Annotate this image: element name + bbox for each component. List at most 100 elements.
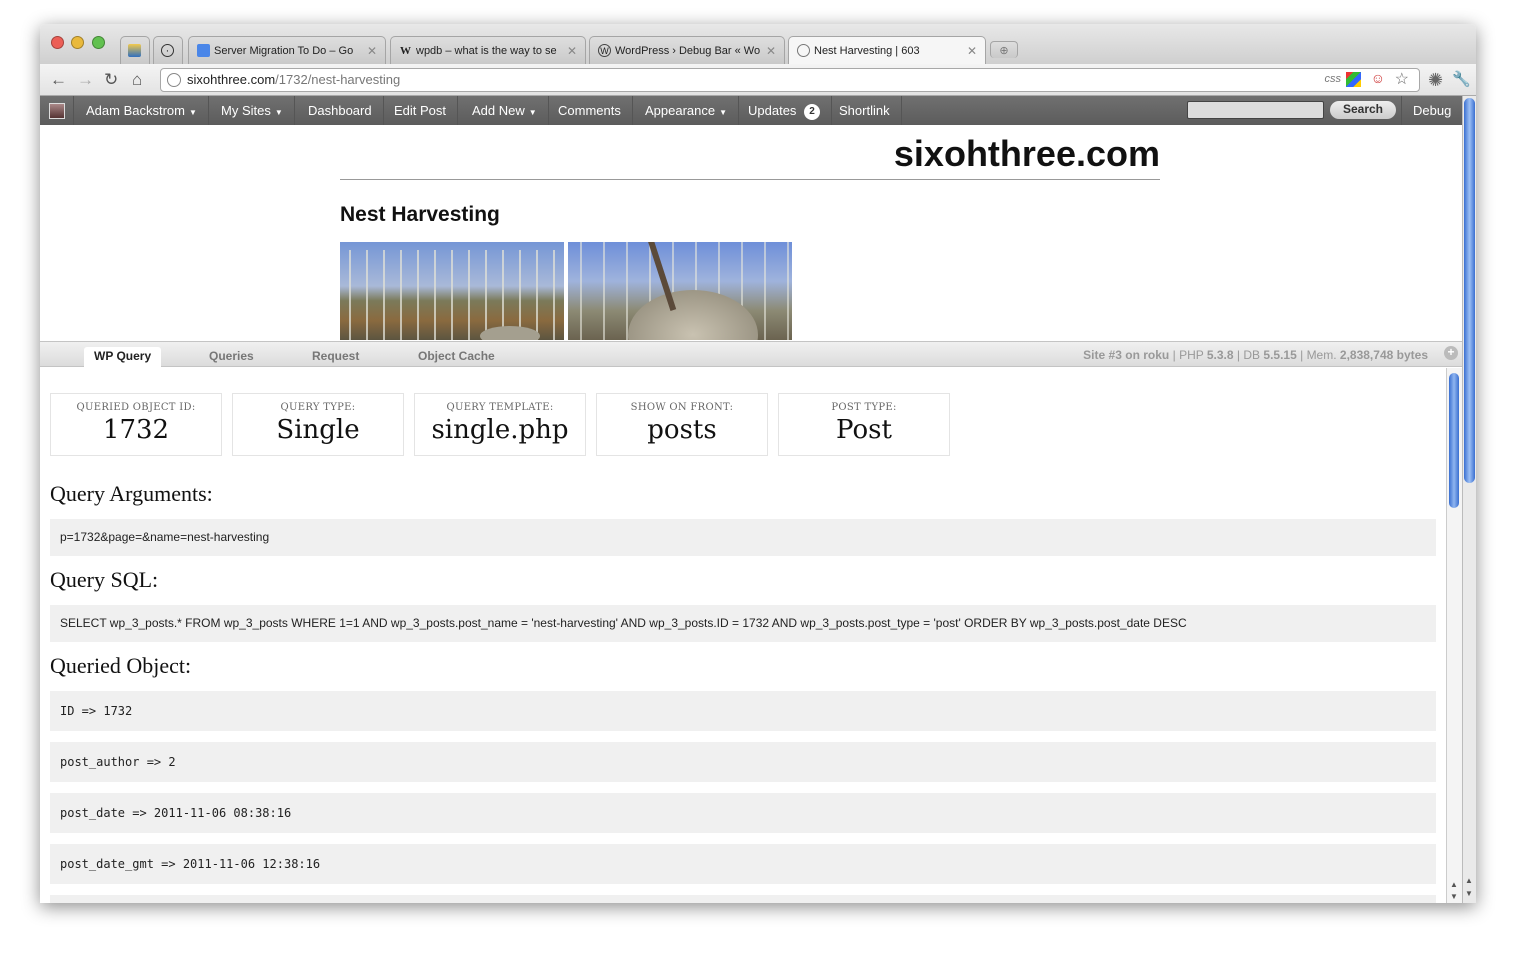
- minimize-window-button[interactable]: [71, 36, 84, 49]
- close-window-button[interactable]: [51, 36, 64, 49]
- tab-queries[interactable]: Queries: [199, 347, 264, 368]
- caret-down-icon: ▼: [188, 108, 197, 117]
- back-icon[interactable]: ←: [50, 70, 67, 90]
- admin-search-button[interactable]: Search: [1330, 101, 1396, 119]
- query-sql-value: SELECT wp_3_posts.* FROM wp_3_posts WHER…: [50, 605, 1436, 642]
- wordpress-icon: W: [598, 44, 611, 57]
- css-extension-icon[interactable]: css: [1325, 73, 1342, 85]
- window-scrollbar-thumb[interactable]: [1464, 98, 1475, 483]
- tab-object-cache[interactable]: Object Cache: [408, 347, 505, 368]
- post-title: Nest Harvesting: [340, 203, 500, 226]
- queried-object-row: post_author => 2: [50, 742, 1436, 782]
- debug-panel-wp-query: QUERIED OBJECT ID: 1732 QUERY TYPE: Single…: [40, 368, 1446, 903]
- menu-appearance-label: Appearance: [645, 103, 716, 118]
- menu-edit-post[interactable]: Edit Post: [383, 96, 459, 125]
- tab-close-icon[interactable]: ✕: [766, 44, 776, 58]
- tab-server-migration[interactable]: Server Migration To Do – Go ✕: [188, 36, 386, 64]
- photo-forest[interactable]: [340, 242, 564, 340]
- tab-pinned-clock[interactable]: ·: [153, 36, 183, 64]
- stat-value: single.php: [431, 415, 569, 445]
- scroll-down-icon[interactable]: ▼: [1465, 889, 1473, 898]
- panel-scrollbar-thumb[interactable]: [1449, 373, 1459, 508]
- queried-object-row: post_date_gmt => 2011-11-06 12:38:16: [50, 844, 1436, 884]
- new-tab-button[interactable]: ⊕: [990, 41, 1018, 58]
- menu-debug-label: Debug: [1413, 103, 1452, 118]
- tab-close-icon[interactable]: ✕: [367, 44, 377, 58]
- heading-query-arguments: Query Arguments:: [50, 481, 213, 506]
- debug-expand-icon[interactable]: +: [1444, 346, 1458, 360]
- panel-scrollbar[interactable]: ▲ ▼: [1446, 368, 1462, 903]
- menu-user[interactable]: Adam Backstrom ▼: [75, 96, 209, 125]
- reddit-icon[interactable]: ☺: [1371, 70, 1385, 86]
- window-scrollbar[interactable]: ▲ ▼: [1462, 96, 1476, 903]
- heading-queried-object: Queried Object:: [50, 653, 192, 678]
- colors-extension-icon[interactable]: [1346, 72, 1361, 87]
- globe-icon: [167, 73, 181, 87]
- site-on: on: [1125, 348, 1140, 362]
- menu-shortlink[interactable]: Shortlink: [828, 96, 902, 125]
- wrench-icon[interactable]: 🔧: [1452, 70, 1471, 88]
- docs-icon: [197, 44, 210, 57]
- url-path: /1732/nest-harvesting: [275, 72, 401, 87]
- admin-search-input[interactable]: [1187, 101, 1324, 119]
- avatar[interactable]: [40, 96, 74, 125]
- tab-wp-query[interactable]: WP Query: [84, 347, 162, 368]
- site-number: #3: [1108, 348, 1122, 362]
- tab-wordpress-debug-bar[interactable]: W WordPress › Debug Bar « Wo ✕: [589, 36, 785, 64]
- reload-icon[interactable]: ↻: [104, 70, 118, 90]
- tab-title: WordPress › Debug Bar « Wo: [615, 44, 761, 57]
- queried-object-row: ID => 1732: [50, 691, 1436, 731]
- tab-pinned-gallery[interactable]: [120, 36, 150, 64]
- stat-value: Post: [836, 415, 892, 445]
- url-host: sixohthree.com: [187, 72, 276, 87]
- wp-admin-bar: Adam Backstrom ▼ My Sites ▼ Dashboard Edit…: [40, 96, 1462, 125]
- tab-request[interactable]: Request: [302, 347, 369, 368]
- menu-add-new-label: Add New: [472, 103, 525, 118]
- menu-updates[interactable]: Updates 2: [737, 96, 833, 125]
- stat-label: POST TYPE:: [831, 402, 897, 413]
- scroll-up-icon[interactable]: ▲: [1465, 876, 1473, 885]
- browser-window: · Server Migration To Do – Go ✕ W wpdb –…: [40, 24, 1476, 903]
- wikipedia-icon: W: [400, 44, 411, 57]
- site-title[interactable]: sixohthree.com: [880, 133, 1160, 175]
- menu-debug[interactable]: Debug: [1401, 96, 1462, 125]
- debug-bar-tabs: WP Query Queries Request Object Cache Si…: [40, 341, 1462, 368]
- clock-icon: ·: [161, 44, 174, 57]
- tab-title: Server Migration To Do – Go: [214, 44, 354, 57]
- scroll-down-icon[interactable]: ▼: [1450, 892, 1458, 901]
- menu-dashboard[interactable]: Dashboard: [297, 96, 384, 125]
- header-divider: [340, 179, 1160, 180]
- page-menu-icon[interactable]: ✺: [1428, 70, 1443, 91]
- bookmark-star-icon[interactable]: ☆: [1395, 69, 1409, 89]
- caret-down-icon: ▼: [719, 108, 728, 117]
- menu-edit-post-label: Edit Post: [394, 103, 447, 118]
- tab-wpdb[interactable]: W wpdb – what is the way to se ✕: [390, 36, 586, 64]
- stat-query-type: QUERY TYPE: Single: [232, 393, 404, 456]
- stat-value: posts: [647, 415, 717, 445]
- php-version: 5.3.8: [1206, 348, 1234, 362]
- zoom-window-button[interactable]: [92, 36, 105, 49]
- avatar-icon: [48, 102, 65, 119]
- stat-label: QUERY TYPE:: [280, 402, 356, 413]
- tab-close-icon[interactable]: ✕: [967, 44, 977, 58]
- menu-appearance[interactable]: Appearance ▼: [634, 96, 740, 125]
- tab-close-icon[interactable]: ✕: [567, 44, 577, 58]
- photo-nest[interactable]: [568, 242, 792, 340]
- menu-comments[interactable]: Comments: [547, 96, 633, 125]
- site-prefix: Site: [1083, 348, 1106, 362]
- caret-down-icon: ▼: [274, 108, 283, 117]
- menu-add-new[interactable]: Add New ▼: [461, 96, 549, 125]
- menu-comments-label: Comments: [558, 103, 621, 118]
- scroll-up-icon[interactable]: ▲: [1450, 880, 1458, 889]
- menu-dashboard-label: Dashboard: [308, 103, 372, 118]
- tab-title: wpdb – what is the way to se: [416, 44, 557, 57]
- menu-my-sites[interactable]: My Sites ▼: [210, 96, 295, 125]
- tab-nest-harvesting[interactable]: Nest Harvesting | 603 ✕: [788, 36, 986, 64]
- php-label: PHP: [1179, 348, 1204, 362]
- globe-icon: [797, 44, 810, 57]
- forward-icon[interactable]: →: [77, 70, 94, 90]
- stat-label: QUERY TEMPLATE:: [446, 402, 554, 413]
- site-host: roku: [1143, 348, 1170, 362]
- home-icon[interactable]: ⌂: [132, 70, 142, 90]
- address-bar[interactable]: sixohthree.com/1732/nest-harvesting css …: [160, 68, 1420, 92]
